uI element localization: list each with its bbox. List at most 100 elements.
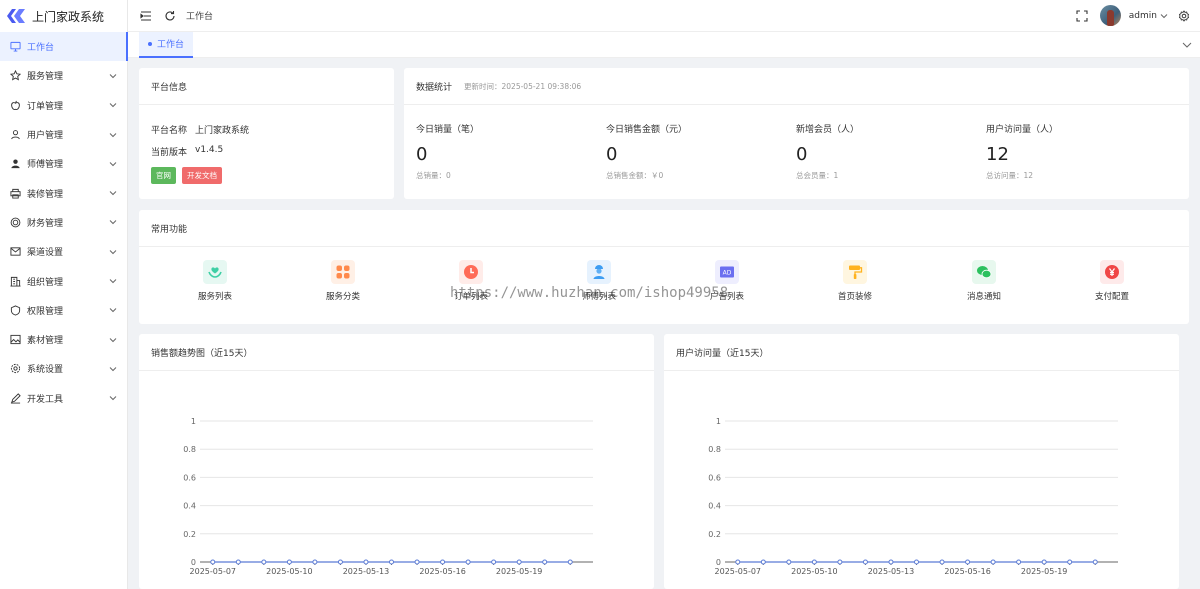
refresh-icon[interactable]	[164, 10, 176, 22]
chart-title: 用户访问量（近15天）	[664, 334, 1179, 371]
sidebar: 上门家政系统 工作台服务管理订单管理用户管理师傅管理装修管理 财务管理 渠道设置组织…	[0, 0, 128, 589]
sidebar-item-label: 素材管理	[27, 336, 64, 347]
card-title: 平台信息	[139, 68, 394, 105]
sidebar-item-7[interactable]: 渠道设置	[0, 237, 127, 266]
quick-link-1[interactable]: 服务分类	[313, 260, 373, 302]
stat-block: 今日销售金额（元） 0 总销售金额：￥0	[606, 122, 687, 181]
quick-link-5[interactable]: 首页装修	[825, 260, 885, 302]
data-point	[735, 559, 741, 565]
y-tick-label: 0.8	[183, 445, 196, 454]
data-point	[210, 559, 216, 565]
x-tick-label: 2025-05-13	[343, 567, 390, 576]
message-icon	[10, 246, 21, 257]
version-label: 当前版本	[151, 148, 188, 158]
office-icon	[10, 276, 21, 287]
sidebar-item-label: 组织管理	[27, 277, 64, 288]
sidebar-item-11[interactable]: 系统设置	[0, 354, 127, 383]
data-point	[414, 559, 420, 565]
apple-icon	[10, 100, 21, 111]
picture-icon	[10, 334, 21, 345]
data-point	[1067, 559, 1073, 565]
chevron-down-icon	[109, 191, 117, 196]
sidebar-item-label: 师傅管理	[27, 160, 64, 171]
sidebar-item-5[interactable]: 装修管理	[0, 178, 127, 207]
official-site-button[interactable]: 官网	[151, 167, 176, 184]
sidebar-item-4[interactable]: 师傅管理	[0, 149, 127, 178]
sales-trend-chart: 0 0.2 0.4 0.6 0.8 1 2025-05-07 2025-05-10 2025-0…	[183, 417, 593, 576]
user-solid-icon	[10, 158, 21, 169]
sidebar-item-6[interactable]: 财务管理	[0, 208, 127, 237]
yen-icon	[1100, 260, 1124, 284]
clock-icon	[459, 260, 483, 284]
tab-workbench[interactable]: 工作台	[139, 31, 194, 58]
sidebar-item-label: 订单管理	[27, 101, 64, 112]
sidebar-item-3[interactable]: 用户管理	[0, 120, 127, 149]
sidebar-item-label: 工作台	[27, 43, 55, 54]
chevron-down-icon[interactable]	[1182, 40, 1192, 50]
data-point	[965, 559, 971, 565]
data-point	[760, 559, 766, 565]
worker-icon	[587, 260, 611, 284]
x-tick-label: 2025-05-07	[715, 567, 762, 576]
quick-link-6[interactable]: 消息通知	[954, 260, 1014, 302]
chevron-down-icon	[109, 367, 117, 372]
logo-icon	[7, 9, 25, 23]
y-tick-label: 0.6	[183, 473, 196, 482]
gear-icon	[10, 363, 21, 374]
stat-total: 总访问量：12	[986, 171, 1034, 180]
quick-link-0[interactable]: 服务列表	[185, 260, 245, 302]
sidebar-item-2[interactable]: 订单管理	[0, 91, 127, 120]
data-point	[312, 559, 318, 565]
quick-link-7[interactable]: 支付配置	[1082, 260, 1142, 302]
stat-title: 今日销量（笔）	[416, 125, 480, 135]
x-tick-label: 2025-05-10	[791, 567, 838, 576]
sidebar-item-label: 开发工具	[27, 394, 64, 405]
app-logo[interactable]: 上门家政系统	[0, 0, 127, 32]
stat-value: 0	[606, 144, 618, 165]
x-tick-label: 2025-05-13	[868, 567, 915, 576]
quick-link-label: 服务列表	[197, 292, 232, 302]
data-point	[1092, 559, 1098, 565]
avatar[interactable]	[1099, 5, 1121, 26]
data-point	[516, 559, 522, 565]
sidebar-item-1[interactable]: 服务管理	[0, 61, 127, 90]
dev-docs-button[interactable]: 开发文档	[182, 167, 222, 184]
data-point	[465, 559, 471, 565]
stat-total: 总会员量：1	[796, 171, 839, 180]
stat-title: 今日销售金额（元）	[606, 125, 688, 135]
breadcrumb[interactable]: 工作台	[186, 9, 213, 22]
sidebar-item-9[interactable]: 权限管理	[0, 296, 127, 325]
username: admin	[1128, 10, 1157, 21]
chevron-down-icon	[109, 132, 117, 137]
chevron-down-icon	[109, 337, 117, 342]
platform-name-row: 平台名称 上门家政系统	[151, 123, 394, 136]
data-point	[235, 559, 241, 565]
data-point	[888, 559, 894, 565]
chevron-down-icon	[109, 249, 117, 254]
data-point	[286, 559, 292, 565]
user-menu[interactable]: admin	[1129, 11, 1168, 21]
y-tick-label: 0	[716, 558, 721, 567]
y-tick-label: 0.4	[183, 502, 196, 511]
sidebar-item-label: 权限管理	[27, 306, 64, 317]
y-tick-label: 0.2	[708, 530, 721, 539]
y-tick-label: 1	[191, 417, 196, 426]
menu-fold-icon[interactable]	[140, 10, 152, 22]
sidebar-item-0[interactable]: 工作台	[0, 32, 128, 62]
sidebar-item-label: 用户管理	[27, 131, 64, 142]
paint-roller-icon	[843, 260, 867, 284]
x-tick-label: 2025-05-16	[419, 567, 466, 576]
platform-name-value: 上门家政系统	[195, 126, 250, 136]
data-point	[862, 559, 868, 565]
sidebar-item-10[interactable]: 素材管理	[0, 325, 127, 354]
sidebar-item-8[interactable]: 组织管理	[0, 266, 127, 295]
stat-value: 0	[416, 144, 428, 165]
sidebar-item-12[interactable]: 开发工具	[0, 384, 127, 413]
gear-icon[interactable]	[1178, 9, 1190, 22]
sales-trend-card: 销售额趋势图（近15天） 0 0.2 0.4 0.6 0.8 1 2025-05-07 202…	[139, 334, 654, 589]
stat-value: 0	[796, 144, 808, 165]
fullscreen-icon[interactable]	[1076, 9, 1088, 22]
tab-label: 工作台	[157, 40, 185, 50]
stat-block: 今日销量（笔） 0 总销量：0	[416, 122, 479, 181]
quick-link-label: 消息通知	[966, 292, 1001, 302]
